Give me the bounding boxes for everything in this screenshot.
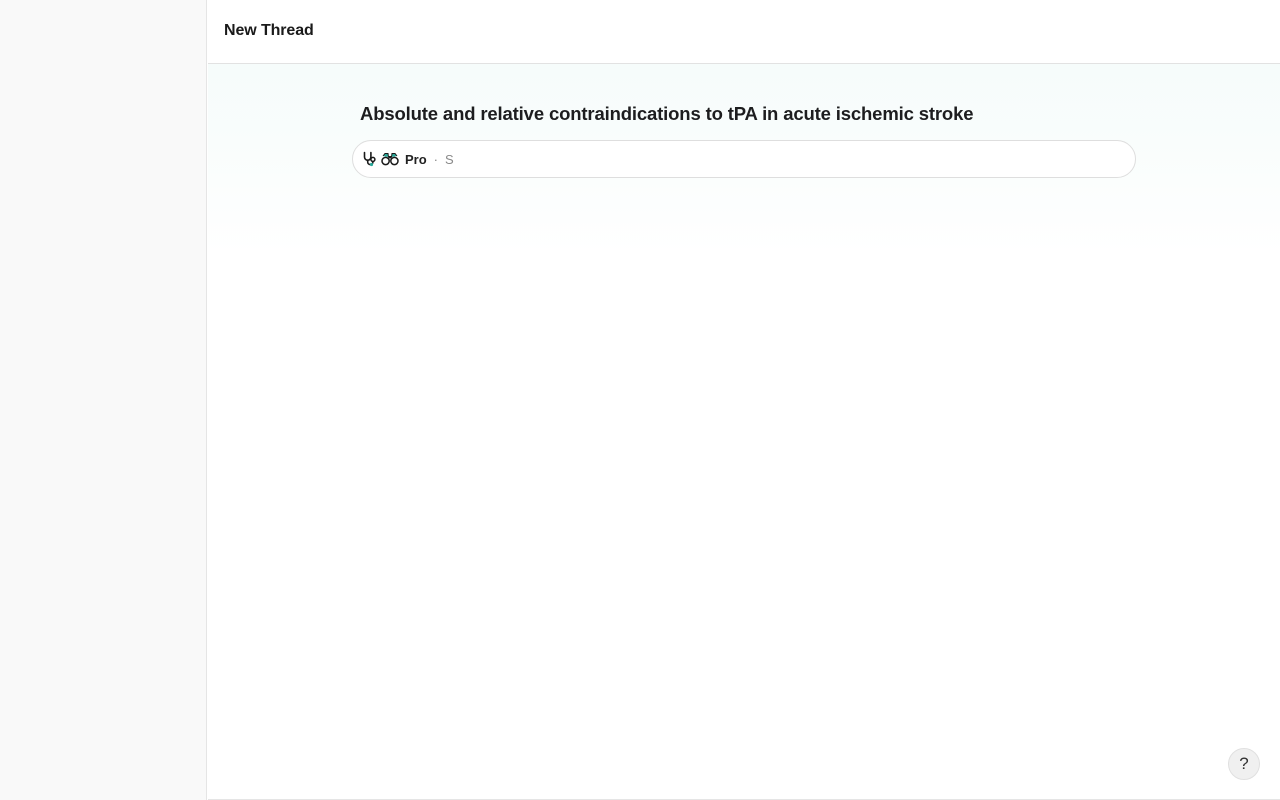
stethoscope-icon bbox=[362, 151, 377, 167]
main-panel: New Thread Absolute and relative contrai… bbox=[208, 0, 1280, 800]
thread-title: Absolute and relative contraindications … bbox=[360, 103, 974, 124]
separator-dot: · bbox=[433, 151, 439, 167]
status-text: S bbox=[445, 151, 454, 167]
sidebar bbox=[0, 0, 207, 800]
top-bar: New Thread bbox=[208, 0, 1280, 64]
answer-status-bar[interactable]: Pro · S bbox=[352, 140, 1136, 178]
thread-content: Absolute and relative contraindications … bbox=[208, 64, 1280, 799]
binoculars-icon bbox=[381, 152, 399, 166]
page-title: New Thread bbox=[224, 22, 314, 39]
app-window: New Thread Absolute and relative contrai… bbox=[0, 0, 1280, 800]
mode-label: Pro bbox=[405, 151, 427, 167]
help-button[interactable]: ? bbox=[1228, 748, 1260, 780]
